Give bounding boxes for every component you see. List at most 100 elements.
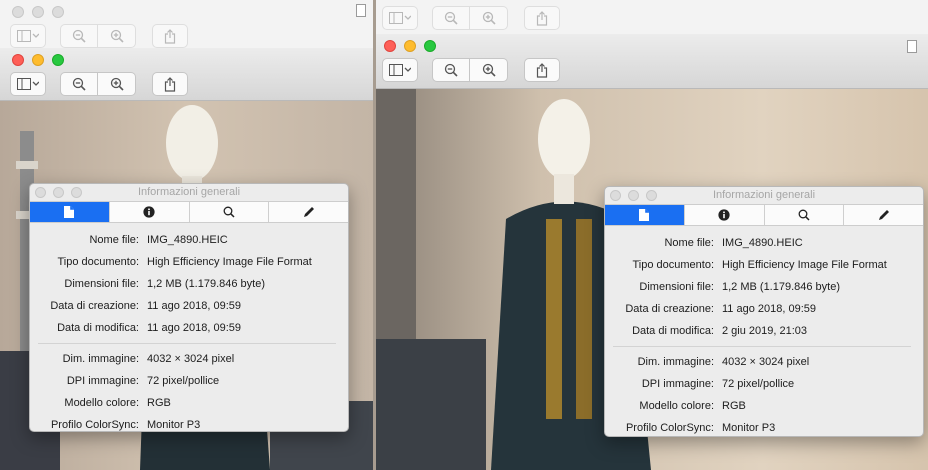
- tab-more-info[interactable]: [684, 205, 765, 225]
- minimize-button[interactable]: [32, 54, 44, 66]
- inspector-close-button[interactable]: [610, 190, 621, 201]
- info-row-dpi: DPI immagine: 72 pixel/pollice: [605, 373, 923, 395]
- info-row-dimensions: Dim. immagine: 4032 × 3024 pixel: [605, 351, 923, 373]
- info-label: Dim. immagine:: [62, 353, 139, 365]
- info-label: Tipo documento:: [57, 256, 139, 268]
- pencil-icon: [878, 209, 890, 221]
- info-value: 72 pixel/pollice: [147, 375, 220, 387]
- close-button[interactable]: [384, 40, 396, 52]
- zoom-out-button[interactable]: [432, 58, 470, 82]
- sidebar-icon: [17, 30, 39, 42]
- inspector-zoom-button[interactable]: [71, 187, 82, 198]
- document-proxy-icon[interactable]: [356, 4, 366, 17]
- zoom-out-button[interactable]: [60, 72, 98, 96]
- share-button[interactable]: [152, 72, 188, 96]
- zoom-in-icon: [482, 11, 496, 25]
- sidebar-toggle-button[interactable]: [10, 24, 46, 48]
- zoom-button[interactable]: [52, 6, 64, 18]
- info-value: RGB: [147, 397, 171, 409]
- info-label: Data di creazione:: [625, 303, 714, 315]
- tab-general-info[interactable]: [30, 202, 110, 222]
- divider: [38, 343, 336, 344]
- close-button[interactable]: [12, 6, 24, 18]
- search-icon: [798, 209, 810, 221]
- info-label: Profilo ColorSync:: [625, 422, 714, 434]
- info-value: High Efficiency Image File Format: [147, 256, 312, 268]
- share-button[interactable]: [524, 58, 560, 82]
- info-label: Profilo ColorSync:: [50, 419, 139, 431]
- info-value: Monitor P3: [722, 422, 776, 434]
- zoom-out-button[interactable]: [432, 6, 470, 30]
- zoom-in-button[interactable]: [98, 24, 136, 48]
- sidebar-toggle-button[interactable]: [10, 72, 46, 96]
- divider: [613, 346, 911, 347]
- inspector-tabs: [30, 201, 348, 223]
- tab-keywords[interactable]: [189, 202, 270, 222]
- info-value: 4032 × 3024 pixel: [722, 356, 810, 368]
- inspector-panel-left: Informazioni generali Nome file: IMG_4890…: [29, 183, 349, 432]
- sidebar-toggle-button[interactable]: [382, 6, 418, 30]
- tab-annotations[interactable]: [269, 202, 348, 222]
- sidebar-icon: [17, 78, 39, 90]
- info-label: DPI immagine:: [641, 378, 714, 390]
- info-row-colorsync: Profilo ColorSync: Monitor P3: [30, 414, 348, 436]
- inspector-zoom-button[interactable]: [646, 190, 657, 201]
- info-row-color-model: Modello colore: RGB: [605, 395, 923, 417]
- info-value: Monitor P3: [147, 419, 201, 431]
- info-label: Dimensioni file:: [639, 281, 714, 293]
- info-value: 2 giu 2019, 21:03: [722, 325, 808, 337]
- info-label: Dimensioni file:: [64, 278, 139, 290]
- info-value: 4032 × 3024 pixel: [147, 353, 235, 365]
- info-label: Nome file:: [89, 234, 139, 246]
- info-value: 1,2 MB (1.179.846 byte): [147, 278, 266, 290]
- zoom-in-icon: [482, 63, 496, 77]
- info-value: 11 ago 2018, 09:59: [147, 322, 241, 334]
- share-icon: [164, 29, 176, 44]
- sidebar-icon: [389, 64, 411, 76]
- inspector-minimize-button[interactable]: [628, 190, 639, 201]
- preview-window-left-back: [0, 0, 373, 50]
- share-icon: [164, 77, 176, 92]
- info-label: Data di modifica:: [632, 325, 714, 337]
- info-row-filesize: Dimensioni file: 1,2 MB (1.179.846 byte): [605, 276, 923, 298]
- info-row-colorsync: Profilo ColorSync: Monitor P3: [605, 417, 923, 439]
- info-row-filename: Nome file: IMG_4890.HEIC: [605, 232, 923, 254]
- inspector-close-button[interactable]: [35, 187, 46, 198]
- tab-more-info[interactable]: [109, 202, 190, 222]
- info-icon: [718, 209, 730, 221]
- info-value: IMG_4890.HEIC: [147, 234, 228, 246]
- tab-general-info[interactable]: [605, 205, 685, 225]
- info-label: Tipo documento:: [632, 259, 714, 271]
- preview-window-right-back: [376, 0, 928, 36]
- zoom-in-button[interactable]: [470, 58, 508, 82]
- info-value: IMG_4890.HEIC: [722, 237, 803, 249]
- minimize-button[interactable]: [404, 40, 416, 52]
- minimize-button[interactable]: [32, 6, 44, 18]
- info-value: 11 ago 2018, 09:59: [147, 300, 241, 312]
- info-value: RGB: [722, 400, 746, 412]
- document-proxy-icon[interactable]: [907, 40, 917, 53]
- inspector-panel-right: Informazioni generali Nome file: IMG_4890…: [604, 186, 924, 437]
- share-button[interactable]: [152, 24, 188, 48]
- zoom-in-button[interactable]: [470, 6, 508, 30]
- close-button[interactable]: [12, 54, 24, 66]
- info-row-doctype: Tipo documento: High Efficiency Image Fil…: [30, 251, 348, 273]
- info-value: 72 pixel/pollice: [722, 378, 795, 390]
- zoom-in-button[interactable]: [98, 72, 136, 96]
- zoom-button[interactable]: [52, 54, 64, 66]
- info-row-doctype: Tipo documento: High Efficiency Image Fil…: [605, 254, 923, 276]
- zoom-button[interactable]: [424, 40, 436, 52]
- sidebar-toggle-button[interactable]: [382, 58, 418, 82]
- tab-keywords[interactable]: [764, 205, 845, 225]
- info-row-color-model: Modello colore: RGB: [30, 392, 348, 414]
- tab-annotations[interactable]: [844, 205, 923, 225]
- share-button[interactable]: [524, 6, 560, 30]
- info-row-created: Data di creazione: 11 ago 2018, 09:59: [30, 295, 348, 317]
- zoom-out-icon: [72, 77, 86, 91]
- document-icon: [64, 206, 74, 218]
- zoom-out-button[interactable]: [60, 24, 98, 48]
- info-label: Data di modifica:: [57, 322, 139, 334]
- zoom-out-icon: [444, 11, 458, 25]
- inspector-minimize-button[interactable]: [53, 187, 64, 198]
- info-value: High Efficiency Image File Format: [722, 259, 887, 271]
